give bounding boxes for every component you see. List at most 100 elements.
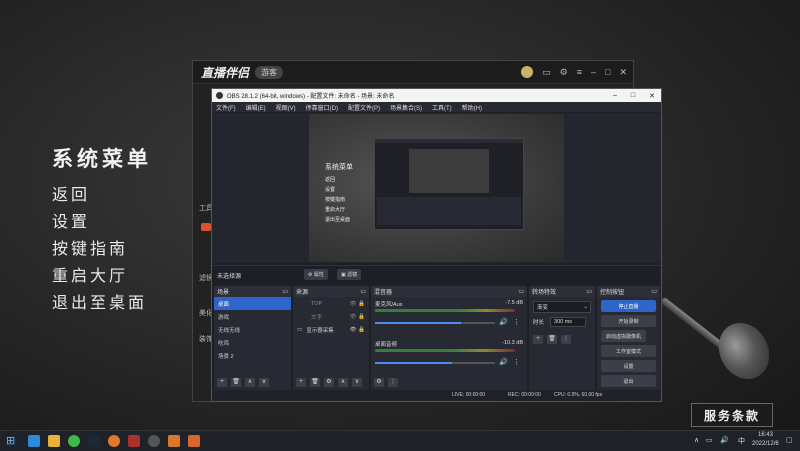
dock-float-icon[interactable]: ▭	[360, 288, 366, 295]
filters-button[interactable]: ▣ 滤镜	[337, 269, 362, 280]
channel-name: 桌面音频	[375, 342, 398, 348]
wechat-icon[interactable]	[68, 435, 80, 447]
transition-menu-icon[interactable]: ⋮	[561, 335, 571, 344]
obs-taskbar-icon[interactable]	[148, 435, 160, 447]
duration-input[interactable]: 300 ms	[550, 317, 587, 327]
volume-slider[interactable]	[375, 362, 495, 364]
dock-float-icon[interactable]: ▭	[282, 288, 288, 295]
menu-help[interactable]: 帮助(H)	[462, 103, 482, 112]
properties-button[interactable]: ⚙ 属性	[304, 269, 328, 280]
dock-float-icon[interactable]: ▭	[518, 288, 524, 295]
minimize-icon[interactable]: –	[591, 67, 596, 77]
scene-item[interactable]: 场景 2	[214, 349, 291, 362]
more-icon[interactable]: ⋮	[513, 318, 520, 326]
source-item[interactable]: TOP 👁 🔒	[293, 297, 369, 310]
launcher-side-icon[interactable]	[201, 223, 211, 231]
steam-icon[interactable]	[88, 435, 100, 447]
ime-indicator[interactable]: 中	[738, 436, 745, 446]
mixer-menu-icon[interactable]: ⋮	[388, 378, 398, 387]
app-icon[interactable]	[108, 435, 120, 447]
scene-item[interactable]: 无线无线	[214, 323, 291, 336]
source-item[interactable]: 文字 👁 🔒	[293, 310, 369, 323]
dock-float-icon[interactable]: ▭	[586, 288, 592, 295]
nested-docks	[377, 197, 521, 225]
add-scene-icon[interactable]: +	[217, 378, 227, 387]
menu-item-restart-lobby[interactable]: 重启大厅	[52, 262, 128, 286]
move-down-icon[interactable]: ∨	[259, 378, 269, 387]
dock-float-icon[interactable]: ▭	[651, 288, 657, 295]
preview-menu-item: 返回	[325, 177, 336, 183]
settings-button[interactable]: 设置	[601, 360, 656, 372]
windows-start-icon[interactable]: ⊞	[6, 434, 18, 447]
remove-source-icon[interactable]: 🗑	[310, 378, 320, 387]
scene-item[interactable]: 游戏	[214, 310, 291, 323]
obs-window: OBS 28.1.2 (64-bit, windows) - 配置文件: 未命名…	[211, 88, 662, 402]
network-icon[interactable]: ▭	[706, 436, 713, 444]
add-transition-icon[interactable]: +	[533, 335, 543, 344]
menu-item-settings[interactable]: 设置	[52, 208, 90, 232]
menu-view[interactable]: 视图(V)	[276, 103, 296, 112]
menu-item-key-guide[interactable]: 按键指南	[52, 235, 128, 259]
scene-item[interactable]: 桌面	[214, 297, 291, 310]
more-icon[interactable]: ⋮	[513, 358, 520, 366]
spoon-head-decoration	[709, 314, 779, 388]
notification-icon[interactable]: ▢	[786, 436, 793, 444]
guest-badge[interactable]: 游客	[255, 65, 284, 79]
launcher-logo: 直播伴侣	[201, 65, 250, 80]
settings-icon[interactable]: ⚙	[560, 67, 568, 78]
close-icon[interactable]: ✕	[619, 67, 627, 78]
scene-item[interactable]: 吃鸡	[214, 336, 291, 349]
menu-profile[interactable]: 配置文件(P)	[348, 103, 380, 112]
launcher-taskbar-icon[interactable]	[168, 435, 180, 447]
transition-select[interactable]: 渐变 ⌄	[533, 301, 591, 313]
program-preview[interactable]: 系统菜单 返回 设置 按键指南 重启大厅 退出至桌面	[309, 114, 564, 262]
stop-streaming-button[interactable]: 停止直播	[601, 300, 656, 312]
tray-expand-icon[interactable]: ∧	[694, 436, 699, 444]
game-launcher-taskbar-icon[interactable]	[188, 435, 200, 447]
volume-icon[interactable]: 🔊	[720, 436, 729, 444]
exit-button[interactable]: 退出	[601, 375, 656, 387]
remove-scene-icon[interactable]: 🗑	[231, 378, 241, 387]
remove-transition-icon[interactable]: 🗑	[547, 335, 557, 344]
maximize-icon[interactable]: □	[605, 67, 610, 77]
speaker-icon[interactable]: 🔊	[499, 318, 508, 326]
transitions-header: 转场特效	[532, 290, 557, 296]
menu-item-back[interactable]: 返回	[52, 181, 90, 205]
move-up-icon[interactable]: ∧	[338, 378, 348, 387]
studio-mode-button[interactable]: 工作室模式	[601, 345, 656, 357]
source-toolbar: 未选择源 ⚙ 属性 ▣ 滤镜	[212, 265, 661, 284]
obs-minimize-icon[interactable]: –	[613, 92, 617, 99]
menu-tools[interactable]: 工具(T)	[432, 103, 452, 112]
start-recording-button[interactable]: 开始录制	[601, 315, 656, 327]
game-icon[interactable]	[128, 435, 140, 447]
move-up-icon[interactable]: ∧	[245, 378, 255, 387]
move-down-icon[interactable]: ∨	[352, 378, 362, 387]
clock-date[interactable]: 2022/12/6	[752, 441, 779, 447]
source-settings-icon[interactable]: ⚙	[324, 378, 334, 387]
source-item[interactable]: ▭ 显示器采集 👁 🔒	[293, 323, 369, 336]
terms-of-service-button[interactable]: 服务条款	[691, 403, 773, 427]
launcher-titlebar: 直播伴侣 游客 ▭ ⚙ ≡ – □ ✕	[193, 61, 633, 84]
obs-close-icon[interactable]: ✕	[649, 92, 655, 100]
duration-label: 时长	[533, 320, 545, 326]
speaker-icon[interactable]: 🔊	[499, 358, 508, 366]
volume-slider-fill	[375, 362, 452, 364]
edge-icon[interactable]	[28, 435, 40, 447]
add-source-icon[interactable]: +	[296, 378, 306, 387]
clock-time[interactable]: 16:43	[758, 432, 773, 438]
file-explorer-icon[interactable]	[48, 435, 60, 447]
volume-slider[interactable]	[375, 322, 495, 324]
menu-item-exit-desktop[interactable]: 退出至桌面	[52, 289, 147, 313]
menu-docks[interactable]: 停靠窗口(D)	[306, 103, 338, 112]
mixer-channel-desktop: 桌面音频 -10.3 dB 🔊 ⋮	[371, 337, 527, 377]
avatar[interactable]	[521, 66, 534, 78]
menu-icon[interactable]: ≡	[577, 67, 582, 77]
menu-scene-collection[interactable]: 场景集合(S)	[390, 103, 422, 112]
menu-file[interactable]: 文件(F)	[216, 103, 236, 112]
level-meter	[375, 309, 515, 312]
skin-icon[interactable]: ▭	[542, 67, 551, 78]
start-virtual-camera-button[interactable]: 启动虚拟摄像机	[601, 330, 646, 342]
mixer-settings-icon[interactable]: ⚙	[374, 378, 384, 387]
obs-maximize-icon[interactable]: □	[631, 92, 635, 99]
menu-edit[interactable]: 编辑(E)	[246, 103, 266, 112]
